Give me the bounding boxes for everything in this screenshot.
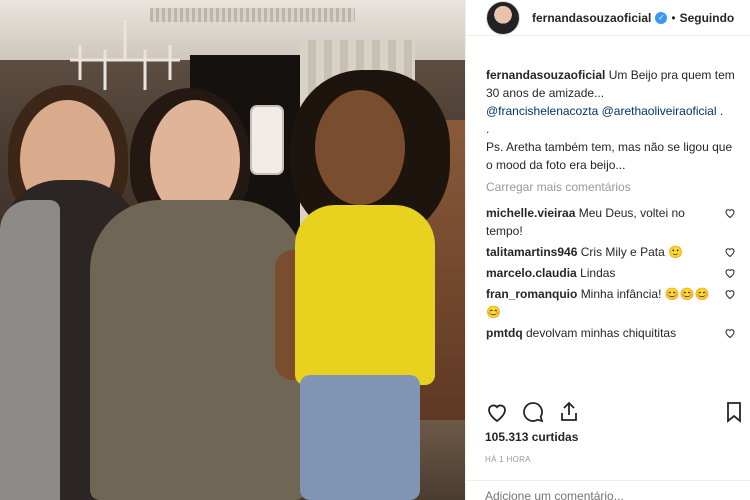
- comment-username[interactable]: fran_romanquio: [486, 287, 577, 301]
- likes-count[interactable]: 105.313 curtidas: [485, 430, 578, 444]
- bookmark-icon[interactable]: [722, 400, 746, 424]
- comment-item: talitamartins946 Cris Mily e Pata 🙂: [486, 243, 736, 261]
- comment-text: Cris Mily e Pata 🙂: [580, 245, 684, 259]
- post-timestamp: HÁ 1 HORA: [485, 455, 531, 464]
- comment-username[interactable]: pmtdq: [486, 326, 523, 340]
- comments-section: fernandasouzaoficial Um Beijo pra quem t…: [466, 36, 750, 342]
- comment-username[interactable]: talitamartins946: [486, 245, 577, 259]
- comment-username[interactable]: marcelo.claudia: [486, 266, 577, 280]
- woman-left-cardigan: [0, 200, 60, 500]
- woman-right-yellow-shirt: [295, 205, 435, 385]
- comment-username[interactable]: michelle.vieiraa: [486, 206, 575, 220]
- like-heart-icon[interactable]: [485, 400, 509, 424]
- phone: [250, 105, 284, 175]
- mention-link[interactable]: @francishelenacozta: [486, 104, 598, 118]
- comment-text: devolvam minhas chiquititas: [526, 326, 677, 340]
- post-actions-bar: [485, 400, 750, 426]
- caption-text: .: [486, 122, 490, 136]
- comment-item: pmtdq devolvam minhas chiquititas: [486, 324, 736, 342]
- comment-item: michelle.vieiraa Meu Deus, voltei no tem…: [486, 204, 736, 240]
- mention-link[interactable]: @arethaoliveiraoficial: [602, 104, 717, 118]
- add-comment-bar: [465, 480, 750, 500]
- comment-bubble-icon[interactable]: [521, 400, 545, 424]
- add-comment-input[interactable]: [485, 489, 735, 500]
- comment-like-heart-icon[interactable]: [724, 327, 736, 339]
- chandelier: [70, 20, 180, 90]
- woman-middle-shirt: [90, 200, 305, 500]
- comment-like-heart-icon[interactable]: [724, 207, 736, 219]
- caption-username[interactable]: fernandasouzaoficial: [486, 68, 605, 82]
- post-header: fernandasouzaoficial ✓ • Seguindo: [466, 0, 750, 36]
- avatar[interactable]: [486, 0, 520, 35]
- caption-text: .: [719, 104, 724, 118]
- load-more-comments-button[interactable]: Carregar mais comentários: [486, 178, 736, 196]
- header-separator: •: [671, 10, 676, 25]
- caption: fernandasouzaoficial Um Beijo pra quem t…: [486, 66, 736, 174]
- comment-like-heart-icon[interactable]: [724, 246, 736, 258]
- share-icon[interactable]: [557, 400, 581, 424]
- following-button[interactable]: Seguindo: [680, 11, 735, 25]
- verified-badge-icon: ✓: [655, 11, 668, 24]
- comment-like-heart-icon[interactable]: [724, 267, 736, 279]
- post-photo[interactable]: [0, 0, 465, 500]
- woman-right-jeans: [300, 375, 420, 500]
- header-username[interactable]: fernandasouzaoficial: [532, 11, 651, 25]
- comment-item: fran_romanquio Minha infância! 😊😊😊 😊: [486, 285, 736, 321]
- comment-like-heart-icon[interactable]: [724, 288, 736, 300]
- comment-item: marcelo.claudia Lindas: [486, 264, 736, 282]
- comment-text: Lindas: [580, 266, 616, 280]
- caption-text: Ps. Aretha também tem, mas não se ligou …: [486, 140, 733, 172]
- woman-right-face: [315, 90, 405, 205]
